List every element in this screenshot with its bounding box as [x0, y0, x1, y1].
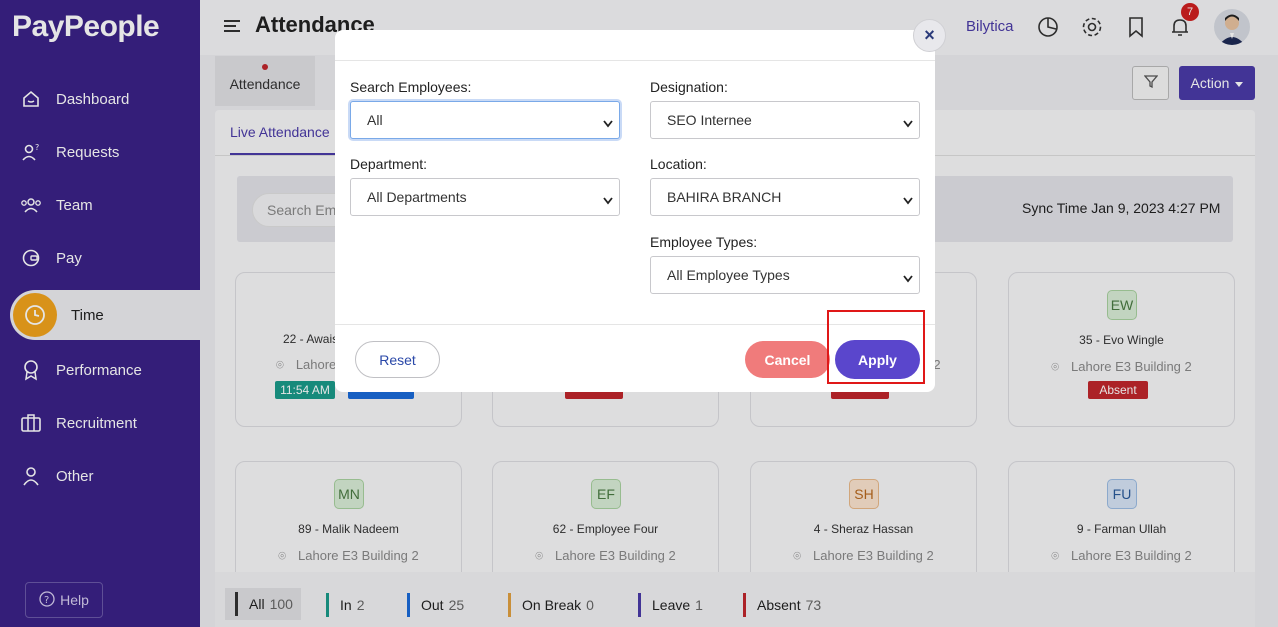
select-value: All	[367, 112, 383, 128]
select-value: BAHIRA BRANCH	[667, 189, 782, 205]
reset-button[interactable]: Reset	[355, 341, 440, 378]
apply-highlight-box	[827, 310, 925, 384]
designation-label: Designation:	[650, 79, 728, 95]
employee-types-label: Employee Types:	[650, 234, 758, 250]
close-icon: ×	[924, 25, 935, 45]
chevron-down-icon	[903, 192, 913, 208]
select-value: SEO Internee	[667, 112, 752, 128]
select-value: All Departments	[367, 189, 467, 205]
chevron-down-icon	[903, 270, 913, 286]
cancel-button[interactable]: Cancel	[745, 341, 830, 378]
search-employees-label: Search Employees:	[350, 79, 472, 95]
chevron-down-icon	[603, 192, 613, 208]
department-label: Department:	[350, 156, 428, 172]
employee-types-select[interactable]: All Employee Types	[650, 256, 920, 294]
designation-select[interactable]: SEO Internee	[650, 101, 920, 139]
chevron-down-icon	[903, 115, 913, 131]
chevron-down-icon	[603, 115, 613, 131]
modal-header-divider	[335, 60, 935, 61]
search-employees-select[interactable]: All	[350, 101, 620, 139]
close-button[interactable]: ×	[913, 19, 946, 52]
department-select[interactable]: All Departments	[350, 178, 620, 216]
select-value: All Employee Types	[667, 267, 790, 283]
location-select[interactable]: BAHIRA BRANCH	[650, 178, 920, 216]
location-label: Location:	[650, 156, 707, 172]
